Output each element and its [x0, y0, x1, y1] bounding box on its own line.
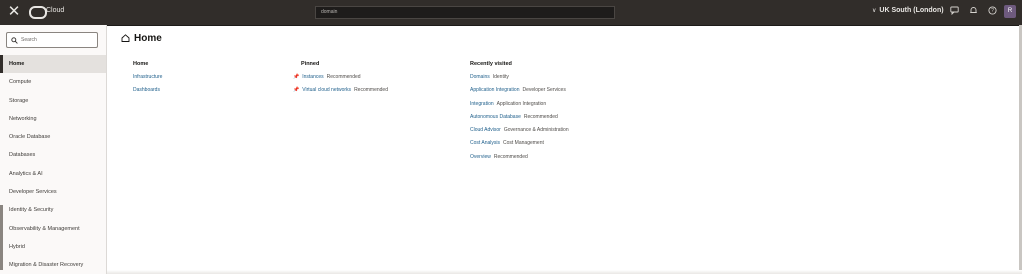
recently-visited-section: Recently visited Domains Identity Applica… [470, 61, 569, 167]
home-section-heading: Home [133, 61, 149, 67]
list-item: Autonomous Database Recommended [470, 114, 569, 127]
recent-link[interactable]: Cost Analysis [470, 140, 500, 146]
sidebar-item-storage[interactable]: Storage [0, 92, 106, 110]
recent-tag: Recommended [493, 153, 528, 160]
recent-link[interactable]: Integration [470, 101, 494, 107]
page-title: Home [121, 33, 162, 44]
sidebar-nav: Home Compute Storage Networking Oracle D… [0, 55, 106, 274]
list-item: Overview Recommended [470, 154, 569, 167]
recent-tag: Application Integration [496, 100, 547, 107]
recent-link[interactable]: Overview [470, 154, 491, 160]
sidebar-item-analytics-ai[interactable]: Analytics & AI [0, 165, 106, 183]
list-item: Domains Identity [470, 74, 569, 87]
brand-name[interactable]: Cloud [46, 7, 64, 14]
bell-icon[interactable] [968, 6, 979, 17]
sidebar-search-input[interactable]: Search [6, 32, 98, 48]
pinned-section-heading: Pinned [301, 61, 320, 67]
help-icon[interactable]: ? [987, 6, 998, 17]
recent-link[interactable]: Cloud Advisor [470, 127, 501, 133]
pinned-link[interactable]: Instances [302, 74, 323, 80]
recently-visited-heading: Recently visited [470, 61, 512, 67]
sidebar-scrollbar[interactable] [0, 205, 3, 270]
sidebar: Search Home Compute Storage Networking O… [0, 25, 107, 274]
list-item: 📌 Instances Recommended [293, 74, 388, 87]
pin-icon[interactable]: 📌 [293, 87, 299, 93]
list-item: Infrastructure [133, 74, 162, 87]
recent-tag: Cost Management [503, 140, 544, 147]
region-label: UK South (London) [879, 7, 944, 14]
recent-tag: Identity [492, 74, 509, 80]
list-item: Cost Analysis Cost Management [470, 140, 569, 153]
sidebar-item-migration[interactable]: Migration & Disaster Recovery [0, 256, 106, 274]
bottom-divider [107, 270, 1022, 274]
sidebar-item-networking[interactable]: Networking [0, 110, 106, 128]
list-item: 📌 Virtual cloud networks Recommended [293, 87, 388, 100]
chat-icon[interactable] [949, 6, 960, 17]
list-item: Integration Application Integration [470, 101, 569, 114]
dashboards-link[interactable]: Dashboards [133, 87, 160, 93]
chevron-down-icon: ∨ [872, 8, 877, 14]
sidebar-item-compute[interactable]: Compute [0, 73, 106, 91]
close-icon[interactable]: ✕ [6, 4, 22, 20]
avatar[interactable]: R [1004, 5, 1016, 18]
cloud-logo-icon[interactable] [29, 6, 47, 19]
sidebar-item-developer-services[interactable]: Developer Services [0, 183, 106, 201]
list-item: Cloud Advisor Governance & Administration [470, 127, 569, 140]
svg-text:?: ? [991, 8, 994, 14]
global-search-input[interactable]: domain [315, 6, 615, 19]
search-icon [11, 33, 18, 50]
region-selector[interactable]: ∨ UK South (London) [872, 7, 944, 14]
list-item: Application Integration Developer Service… [470, 87, 569, 100]
sidebar-item-databases[interactable]: Databases [0, 146, 106, 164]
sidebar-item-observability[interactable]: Observability & Management [0, 220, 106, 238]
sidebar-item-hybrid[interactable]: Hybrid [0, 238, 106, 256]
recent-tag: Recommended [523, 113, 558, 120]
sidebar-search-placeholder: Search [21, 37, 37, 43]
list-item: Dashboards [133, 87, 162, 100]
pinned-section: Pinned 📌 Instances Recommended 📌 Virtual cl… [293, 61, 388, 101]
pin-icon[interactable]: 📌 [293, 74, 299, 80]
top-navigation-bar: ✕ Cloud domain ∨ UK South (London) ? R [0, 0, 1022, 26]
recent-link[interactable]: Application Integration [470, 87, 519, 93]
recent-link[interactable]: Domains [470, 74, 490, 80]
recent-tag: Governance & Administration [503, 127, 569, 134]
pinned-tag: Recommended [354, 87, 388, 94]
recent-link[interactable]: Autonomous Database [470, 114, 521, 120]
home-icon [121, 34, 130, 42]
home-links-section: Home Infrastructure Dashboards [133, 61, 162, 101]
page-title-text: Home [134, 33, 162, 44]
pinned-link[interactable]: Virtual cloud networks [302, 87, 351, 93]
sidebar-item-oracle-database[interactable]: Oracle Database [0, 128, 106, 146]
pinned-tag: Recommended [326, 74, 361, 80]
sidebar-item-home[interactable]: Home [0, 55, 106, 74]
recent-tag: Developer Services [522, 87, 566, 94]
sidebar-item-identity-security[interactable]: Identity & Security [0, 201, 106, 219]
main-content: Home Home Infrastructure Dashboards Pinn… [107, 25, 1022, 274]
infrastructure-link[interactable]: Infrastructure [133, 74, 162, 80]
